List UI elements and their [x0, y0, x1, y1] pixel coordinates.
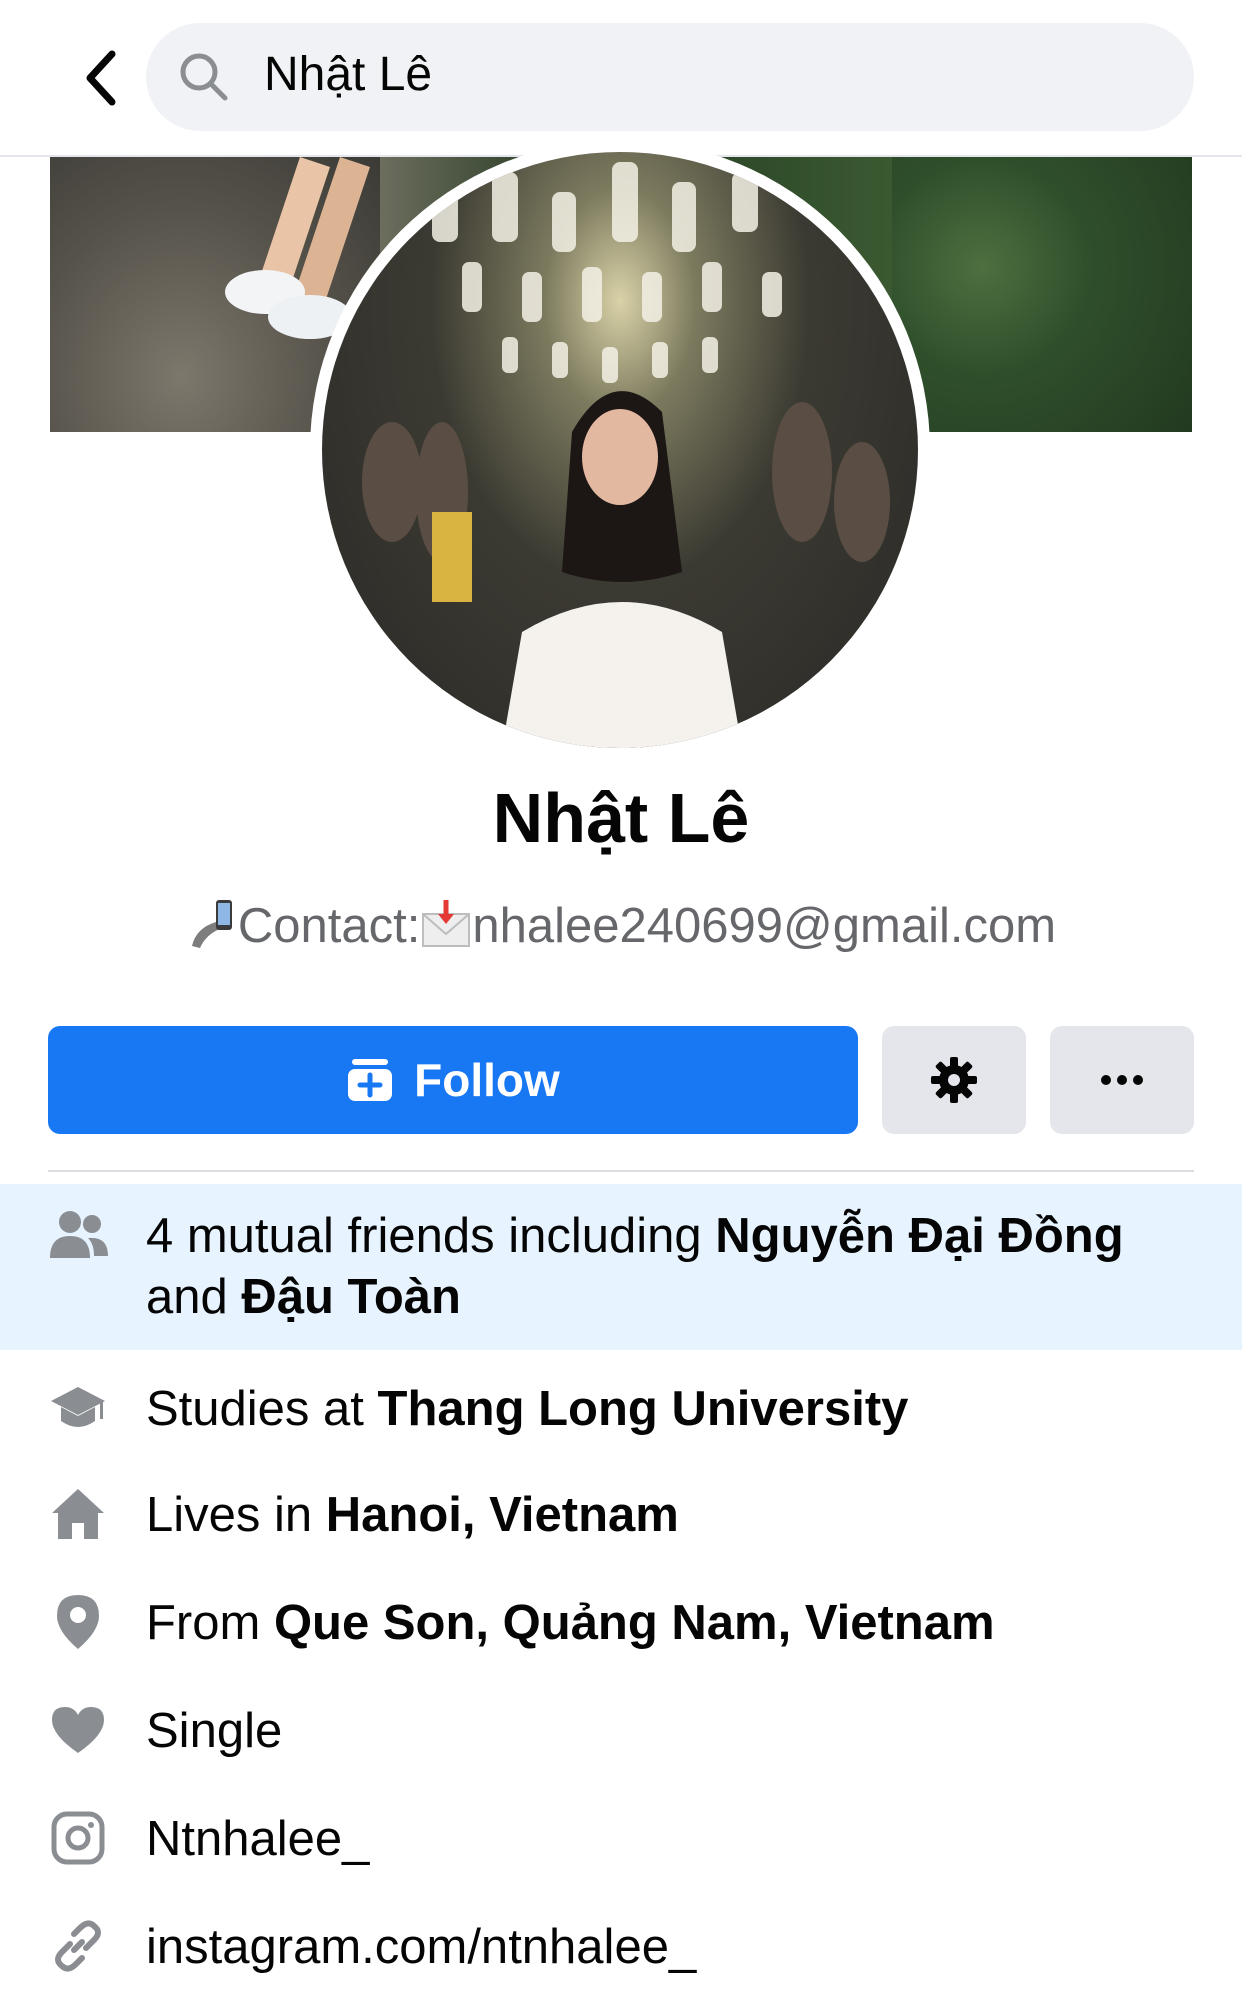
heart-icon — [52, 1707, 104, 1753]
bio-email[interactable]: nhalee240699@gmail.com — [472, 899, 1056, 953]
from-prefix: From — [146, 1596, 274, 1650]
cover-foliage — [892, 157, 1192, 432]
detail-from: From Que Son, Quảng Nam, Vietnam — [0, 1572, 1242, 1672]
link-icon — [55, 1920, 101, 1972]
more-button[interactable] — [1050, 1026, 1194, 1134]
follow-icon — [348, 1059, 393, 1101]
mutual-prefix: 4 mutual friends including — [146, 1209, 716, 1263]
mutual-friends-row[interactable]: 4 mutual friends including Nguyễn Đại Đồ… — [0, 1184, 1242, 1350]
friends-icon — [50, 1211, 108, 1258]
detail-relationship: Single — [0, 1680, 1242, 1780]
detail-website: instagram.com/ntnhalee_ — [0, 1896, 1242, 1996]
follow-label: Follow — [414, 1054, 560, 1106]
detail-lives: Lives in Hanoi, Vietnam — [0, 1464, 1242, 1564]
studies-value[interactable]: Thang Long University — [378, 1382, 909, 1436]
phone-emoji-icon — [191, 900, 232, 948]
more-icon — [1101, 1075, 1143, 1085]
avatar[interactable] — [322, 152, 918, 748]
bio-label: Contact: — [237, 899, 421, 953]
home-icon — [52, 1489, 104, 1539]
follow-button[interactable]: Follow — [48, 1026, 858, 1134]
lives-prefix: Lives in — [146, 1488, 326, 1542]
location-pin-icon — [57, 1595, 99, 1649]
mutual-friend-1[interactable]: Nguyễn Đại Đồng — [715, 1209, 1123, 1263]
instagram-handle[interactable]: Ntnhalee_ — [146, 1810, 369, 1868]
lives-value[interactable]: Hanoi, Vietnam — [326, 1488, 679, 1542]
relationship-value: Single — [146, 1704, 283, 1758]
back-button[interactable] — [66, 40, 136, 116]
mutual-friend-2[interactable]: Đậu Toàn — [241, 1270, 461, 1324]
profile-name: Nhật Lê — [492, 779, 750, 857]
graduation-cap-icon — [51, 1387, 105, 1427]
search-input[interactable]: Nhật Lê — [146, 23, 1194, 131]
profile-bio: Contact: nhalee240699@gmail.com — [0, 898, 1242, 954]
mutual-friends-text: 4 mutual friends including Nguyễn Đại Đồ… — [146, 1206, 1206, 1328]
search-icon — [180, 53, 228, 101]
divider — [48, 1170, 1194, 1172]
top-bar: Nhật Lê — [0, 0, 1242, 157]
instagram-icon — [51, 1811, 105, 1865]
studies-prefix: Studies at — [146, 1382, 378, 1436]
website-link[interactable]: instagram.com/ntnhalee_ — [146, 1918, 696, 1976]
chevron-left-icon — [86, 50, 116, 106]
avatar-photo — [362, 162, 890, 748]
detail-studies: Studies at Thang Long University — [0, 1358, 1242, 1458]
from-value[interactable]: Que Son, Quảng Nam, Vietnam — [274, 1596, 995, 1650]
detail-instagram: Ntnhalee_ — [0, 1788, 1242, 1888]
settings-button[interactable] — [882, 1026, 1026, 1134]
gear-icon — [931, 1057, 977, 1103]
envelope-emoji-icon — [422, 900, 471, 947]
search-query: Nhật Lê — [264, 48, 433, 101]
mutual-joiner: and — [146, 1270, 242, 1324]
